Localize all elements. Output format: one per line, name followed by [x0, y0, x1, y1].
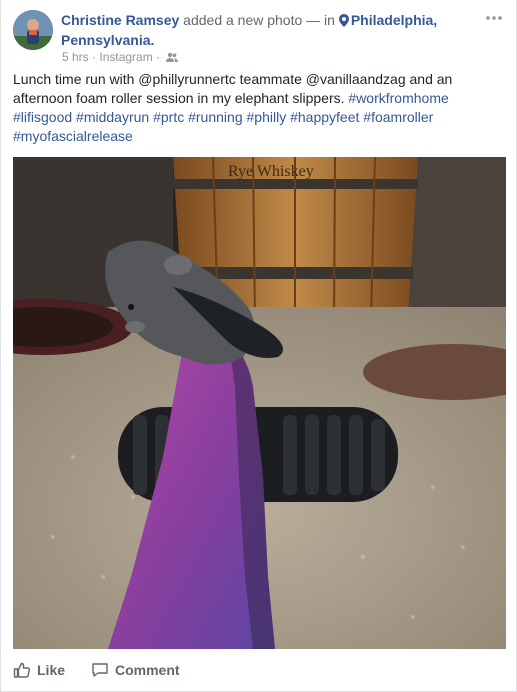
avatar[interactable] — [13, 10, 53, 50]
like-label: Like — [37, 662, 66, 678]
author-name[interactable]: Christine Ramsey — [61, 12, 179, 28]
post-source[interactable]: Instagram — [99, 50, 152, 64]
post-text: Lunch time run with @phillyrunnertc team… — [13, 70, 505, 146]
hashtag-link[interactable]: #workfromhome — [348, 90, 448, 106]
barrel-label: Rye Whiskey — [228, 163, 314, 180]
post-card: Christine Ramsey added a new photo — in … — [0, 0, 517, 692]
photo-image: Rye Whiskey — [13, 157, 506, 649]
more-options-icon[interactable] — [484, 12, 504, 24]
post-header: Christine Ramsey added a new photo — in … — [61, 10, 471, 50]
avatar-image — [13, 10, 53, 50]
comment-label: Comment — [115, 662, 180, 678]
hashtag-link[interactable]: #prtc — [153, 109, 184, 125]
post-timestamp[interactable]: 5 hrs — [62, 50, 89, 64]
like-button[interactable]: Like — [13, 658, 65, 682]
hashtag-link[interactable]: #myofascialrelease — [13, 128, 133, 144]
post-actions: Like Comment — [1, 654, 516, 686]
hashtag-link[interactable]: #happyfeet — [290, 109, 359, 125]
hashtag-link[interactable]: #foamroller — [363, 109, 433, 125]
hashtag-link[interactable]: #lifisgood — [13, 109, 72, 125]
hashtag-link[interactable]: #middayrun — [76, 109, 149, 125]
friends-icon[interactable] — [166, 52, 179, 63]
location-pin-icon — [338, 14, 349, 27]
hashtag-link[interactable]: #running — [188, 109, 243, 125]
post-meta: 5 hrs · Instagram · — [62, 50, 179, 64]
thumbs-up-icon — [13, 662, 31, 678]
meta-separator: · — [88, 50, 100, 64]
comment-icon — [92, 663, 108, 677]
post-photo[interactable]: Rye Whiskey — [13, 157, 506, 649]
post-action-text: added a new photo — in — [179, 12, 339, 28]
meta-separator: · — [152, 50, 164, 64]
comment-button[interactable]: Comment — [91, 658, 180, 682]
hashtag-link[interactable]: #philly — [247, 109, 287, 125]
